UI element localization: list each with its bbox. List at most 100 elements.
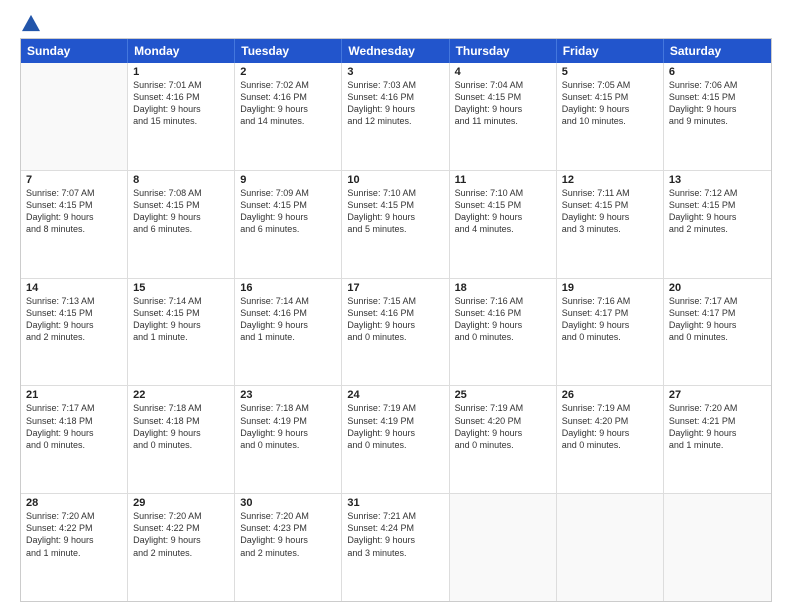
cell-line: Sunset: 4:17 PM [562,307,658,319]
weekday-header: Friday [557,39,664,63]
calendar-cell: 5Sunrise: 7:05 AMSunset: 4:15 PMDaylight… [557,63,664,170]
day-number: 31 [347,497,443,509]
cell-line: Sunset: 4:15 PM [669,199,766,211]
cell-line: Daylight: 9 hours [347,534,443,546]
cell-line: and 6 minutes. [133,223,229,235]
weekday-header: Thursday [450,39,557,63]
cell-line: Daylight: 9 hours [133,427,229,439]
cell-line: and 10 minutes. [562,115,658,127]
cell-line: Sunset: 4:15 PM [562,91,658,103]
cell-line: Sunset: 4:22 PM [133,522,229,534]
cell-line: Sunrise: 7:18 AM [133,402,229,414]
calendar-cell: 1Sunrise: 7:01 AMSunset: 4:16 PMDaylight… [128,63,235,170]
cell-line: and 14 minutes. [240,115,336,127]
day-number: 28 [26,497,122,509]
day-number: 3 [347,66,443,78]
cell-line: Daylight: 9 hours [347,427,443,439]
day-number: 13 [669,174,766,186]
cell-line: Sunrise: 7:16 AM [455,295,551,307]
cell-line: Daylight: 9 hours [455,319,551,331]
calendar-row: 14Sunrise: 7:13 AMSunset: 4:15 PMDayligh… [21,279,771,387]
cell-line: Daylight: 9 hours [669,103,766,115]
calendar-cell: 2Sunrise: 7:02 AMSunset: 4:16 PMDaylight… [235,63,342,170]
cell-line: Daylight: 9 hours [669,427,766,439]
cell-line: and 11 minutes. [455,115,551,127]
cell-line: Daylight: 9 hours [240,534,336,546]
calendar-cell [557,494,664,601]
weekday-header: Saturday [664,39,771,63]
calendar-cell: 8Sunrise: 7:08 AMSunset: 4:15 PMDaylight… [128,171,235,278]
cell-line: Sunrise: 7:07 AM [26,187,122,199]
cell-line: Sunrise: 7:14 AM [133,295,229,307]
cell-line: Sunrise: 7:14 AM [240,295,336,307]
cell-line: and 1 minute. [669,439,766,451]
calendar-row: 1Sunrise: 7:01 AMSunset: 4:16 PMDaylight… [21,63,771,171]
calendar-cell: 14Sunrise: 7:13 AMSunset: 4:15 PMDayligh… [21,279,128,386]
cell-line: Sunrise: 7:19 AM [562,402,658,414]
weekday-header: Tuesday [235,39,342,63]
day-number: 29 [133,497,229,509]
cell-line: and 1 minute. [133,331,229,343]
cell-line: Sunset: 4:20 PM [562,415,658,427]
cell-line: Sunrise: 7:10 AM [455,187,551,199]
cell-line: and 0 minutes. [455,331,551,343]
day-number: 17 [347,282,443,294]
cell-line: Sunset: 4:16 PM [347,91,443,103]
cell-line: Daylight: 9 hours [240,319,336,331]
calendar-cell: 15Sunrise: 7:14 AMSunset: 4:15 PMDayligh… [128,279,235,386]
cell-line: Sunset: 4:15 PM [133,307,229,319]
calendar-cell: 10Sunrise: 7:10 AMSunset: 4:15 PMDayligh… [342,171,449,278]
day-number: 19 [562,282,658,294]
cell-line: Sunset: 4:17 PM [669,307,766,319]
cell-line: Sunrise: 7:17 AM [669,295,766,307]
cell-line: Sunset: 4:16 PM [240,307,336,319]
cell-line: and 3 minutes. [347,547,443,559]
calendar-cell: 30Sunrise: 7:20 AMSunset: 4:23 PMDayligh… [235,494,342,601]
cell-line: and 15 minutes. [133,115,229,127]
cell-line: and 8 minutes. [26,223,122,235]
day-number: 2 [240,66,336,78]
calendar-cell: 23Sunrise: 7:18 AMSunset: 4:19 PMDayligh… [235,386,342,493]
cell-line: Daylight: 9 hours [26,534,122,546]
cell-line: Sunrise: 7:13 AM [26,295,122,307]
cell-line: and 0 minutes. [26,439,122,451]
cell-line: Sunset: 4:15 PM [562,199,658,211]
cell-line: Sunset: 4:23 PM [240,522,336,534]
page: SundayMondayTuesdayWednesdayThursdayFrid… [0,0,792,612]
calendar-body: 1Sunrise: 7:01 AMSunset: 4:16 PMDaylight… [21,63,771,601]
cell-line: and 12 minutes. [347,115,443,127]
day-number: 16 [240,282,336,294]
calendar-row: 7Sunrise: 7:07 AMSunset: 4:15 PMDaylight… [21,171,771,279]
cell-line: Daylight: 9 hours [347,103,443,115]
day-number: 10 [347,174,443,186]
cell-line: Daylight: 9 hours [455,427,551,439]
weekday-header: Sunday [21,39,128,63]
cell-line: and 3 minutes. [562,223,658,235]
cell-line: and 5 minutes. [347,223,443,235]
cell-line: and 1 minute. [240,331,336,343]
cell-line: Daylight: 9 hours [669,211,766,223]
cell-line: Sunset: 4:15 PM [455,91,551,103]
cell-line: Sunrise: 7:02 AM [240,79,336,91]
calendar-row: 28Sunrise: 7:20 AMSunset: 4:22 PMDayligh… [21,494,771,601]
cell-line: Daylight: 9 hours [240,427,336,439]
cell-line: Sunrise: 7:11 AM [562,187,658,199]
calendar-cell: 22Sunrise: 7:18 AMSunset: 4:18 PMDayligh… [128,386,235,493]
cell-line: and 0 minutes. [240,439,336,451]
day-number: 23 [240,389,336,401]
cell-line: Sunrise: 7:12 AM [669,187,766,199]
cell-line: Sunset: 4:15 PM [669,91,766,103]
cell-line: Daylight: 9 hours [133,534,229,546]
cell-line: Sunrise: 7:15 AM [347,295,443,307]
cell-line: and 2 minutes. [669,223,766,235]
cell-line: Sunset: 4:16 PM [240,91,336,103]
cell-line: Sunrise: 7:03 AM [347,79,443,91]
header [20,18,772,28]
cell-line: Daylight: 9 hours [347,319,443,331]
day-number: 12 [562,174,658,186]
cell-line: Sunset: 4:18 PM [26,415,122,427]
calendar-header: SundayMondayTuesdayWednesdayThursdayFrid… [21,39,771,63]
cell-line: Sunrise: 7:08 AM [133,187,229,199]
cell-line: and 4 minutes. [455,223,551,235]
cell-line: Daylight: 9 hours [133,211,229,223]
